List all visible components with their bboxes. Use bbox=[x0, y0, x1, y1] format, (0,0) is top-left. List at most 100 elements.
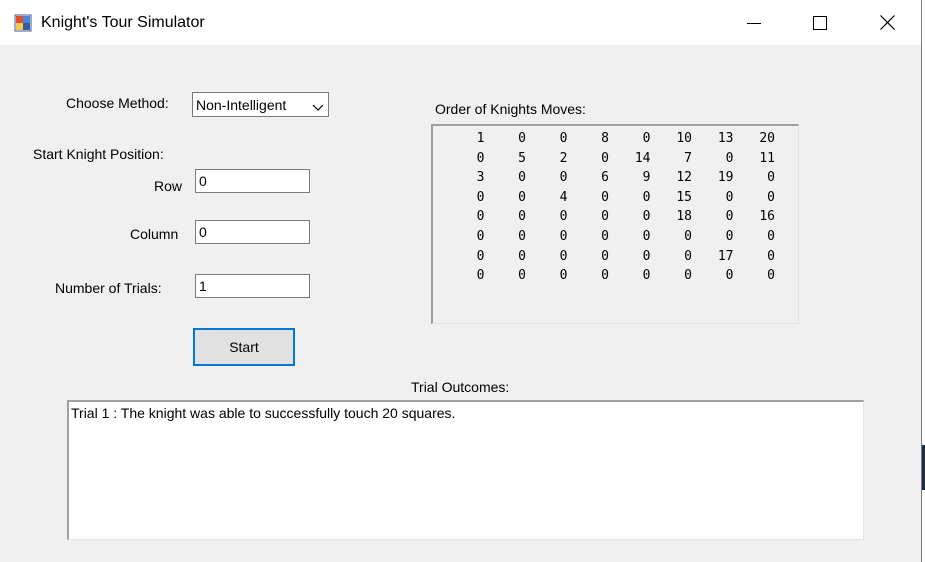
column-label: Column bbox=[130, 226, 179, 242]
move-cell: 0 bbox=[725, 268, 734, 284]
move-cell: 0 bbox=[767, 228, 775, 244]
move-cell: 11 bbox=[759, 150, 775, 166]
close-icon bbox=[880, 15, 895, 33]
move-cell: 0 bbox=[684, 228, 692, 244]
move-cell: 0 bbox=[559, 248, 568, 264]
trials-input[interactable] bbox=[195, 274, 310, 298]
move-cell: 0 bbox=[559, 170, 568, 186]
move-cell: 0 bbox=[601, 228, 609, 244]
move-cell: 0 bbox=[601, 189, 609, 205]
method-label: Choose Method: bbox=[66, 95, 169, 111]
move-cell: 0 bbox=[476, 248, 485, 264]
move-cell: 0 bbox=[518, 170, 526, 186]
move-cell: 0 bbox=[559, 268, 568, 284]
maximize-button[interactable] bbox=[787, 0, 853, 45]
move-cell: 13 bbox=[717, 131, 734, 146]
move-cell: 12 bbox=[676, 170, 692, 186]
moves-row: 0 0 4 0 0 15 0 0 bbox=[443, 188, 775, 208]
move-cell: 8 bbox=[601, 131, 609, 146]
move-cell: 0 bbox=[601, 150, 609, 166]
move-cell: 0 bbox=[767, 248, 775, 264]
outcomes-label: Trial Outcomes: bbox=[411, 379, 510, 395]
move-cell: 0 bbox=[642, 209, 651, 225]
move-cell: 20 bbox=[759, 131, 775, 146]
app-window: Knight's Tour Simulator Choose Method: N… bbox=[0, 0, 922, 562]
move-cell: 1 bbox=[476, 131, 485, 146]
move-cell: 0 bbox=[601, 209, 609, 225]
method-selected-value: Non-Intelligent bbox=[196, 97, 287, 113]
start-button[interactable]: Start bbox=[193, 328, 295, 366]
move-cell: 15 bbox=[676, 189, 692, 205]
move-cell: 0 bbox=[767, 170, 775, 186]
move-cell: 10 bbox=[676, 131, 692, 146]
moves-row: 0 0 0 0 0 18 0 16 bbox=[443, 207, 775, 227]
move-cell: 0 bbox=[476, 189, 485, 205]
maximize-icon bbox=[813, 16, 827, 30]
moves-grid: 1 0 0 8 0 10 13 20 0 5 2 0 14 7 0 11 3 0… bbox=[443, 129, 775, 286]
move-cell: 18 bbox=[676, 209, 692, 225]
trials-label: Number of Trials: bbox=[55, 280, 162, 296]
minimize-button[interactable] bbox=[720, 0, 786, 45]
move-cell: 0 bbox=[559, 209, 568, 225]
start-position-label: Start Knight Position: bbox=[33, 146, 164, 162]
move-cell: 4 bbox=[559, 189, 568, 205]
move-cell: 5 bbox=[518, 150, 526, 166]
move-cell: 0 bbox=[642, 131, 651, 146]
move-cell: 0 bbox=[642, 248, 651, 264]
move-cell: 0 bbox=[559, 131, 568, 146]
move-cell: 3 bbox=[476, 170, 485, 186]
title-bar: Knight's Tour Simulator bbox=[0, 0, 921, 45]
moves-row: 1 0 0 8 0 10 13 20 bbox=[443, 129, 775, 149]
move-cell: 14 bbox=[634, 150, 651, 166]
move-cell: 0 bbox=[725, 228, 734, 244]
move-cell: 0 bbox=[518, 228, 526, 244]
move-cell: 0 bbox=[476, 228, 485, 244]
move-cell: 0 bbox=[725, 189, 734, 205]
moves-row: 3 0 0 6 9 12 19 0 bbox=[443, 168, 775, 188]
move-cell: 2 bbox=[559, 150, 568, 166]
move-cell: 16 bbox=[759, 209, 775, 225]
method-select[interactable]: Non-Intelligent bbox=[192, 92, 329, 117]
move-cell: 0 bbox=[518, 268, 526, 284]
row-input[interactable] bbox=[195, 169, 310, 193]
move-cell: 0 bbox=[518, 189, 526, 205]
move-cell: 0 bbox=[642, 189, 651, 205]
move-cell: 0 bbox=[601, 248, 609, 264]
moves-label: Order of Knights Moves: bbox=[435, 101, 586, 117]
move-cell: 17 bbox=[717, 248, 734, 264]
move-cell: 0 bbox=[601, 268, 609, 284]
move-cell: 0 bbox=[518, 209, 526, 225]
moves-row: 0 0 0 0 0 0 0 0 bbox=[443, 227, 775, 247]
move-cell: 6 bbox=[601, 170, 609, 186]
window-title: Knight's Tour Simulator bbox=[41, 14, 205, 31]
move-cell: 0 bbox=[476, 268, 485, 284]
move-cell: 0 bbox=[725, 209, 734, 225]
move-cell: 0 bbox=[767, 268, 775, 284]
move-cell: 0 bbox=[684, 268, 692, 284]
move-cell: 0 bbox=[642, 268, 651, 284]
move-cell: 0 bbox=[518, 131, 526, 146]
outcome-line: Trial 1 : The knight was able to success… bbox=[71, 405, 456, 421]
move-cell: 9 bbox=[642, 170, 651, 186]
column-input[interactable] bbox=[195, 220, 310, 244]
app-icon bbox=[14, 14, 32, 32]
move-cell: 0 bbox=[684, 248, 692, 264]
chevron-down-icon bbox=[311, 99, 325, 115]
moves-row: 0 0 0 0 0 0 0 0 bbox=[443, 266, 775, 286]
minimize-icon bbox=[747, 23, 761, 24]
row-label: Row bbox=[154, 178, 183, 194]
move-cell: 0 bbox=[518, 248, 526, 264]
move-cell: 7 bbox=[684, 150, 692, 166]
move-cell: 0 bbox=[476, 150, 485, 166]
close-button[interactable] bbox=[854, 0, 920, 45]
moves-listbox[interactable]: 1 0 0 8 0 10 13 20 0 5 2 0 14 7 0 11 3 0… bbox=[431, 124, 799, 324]
outcomes-textbox[interactable]: Trial 1 : The knight was able to success… bbox=[67, 400, 864, 540]
move-cell: 0 bbox=[476, 209, 485, 225]
move-cell: 0 bbox=[642, 228, 651, 244]
move-cell: 0 bbox=[725, 150, 734, 166]
moves-row: 0 5 2 0 14 7 0 11 bbox=[443, 149, 775, 169]
move-cell: 19 bbox=[717, 170, 734, 186]
move-cell: 0 bbox=[559, 228, 568, 244]
moves-row: 0 0 0 0 0 0 17 0 bbox=[443, 247, 775, 267]
move-cell: 0 bbox=[767, 189, 775, 205]
